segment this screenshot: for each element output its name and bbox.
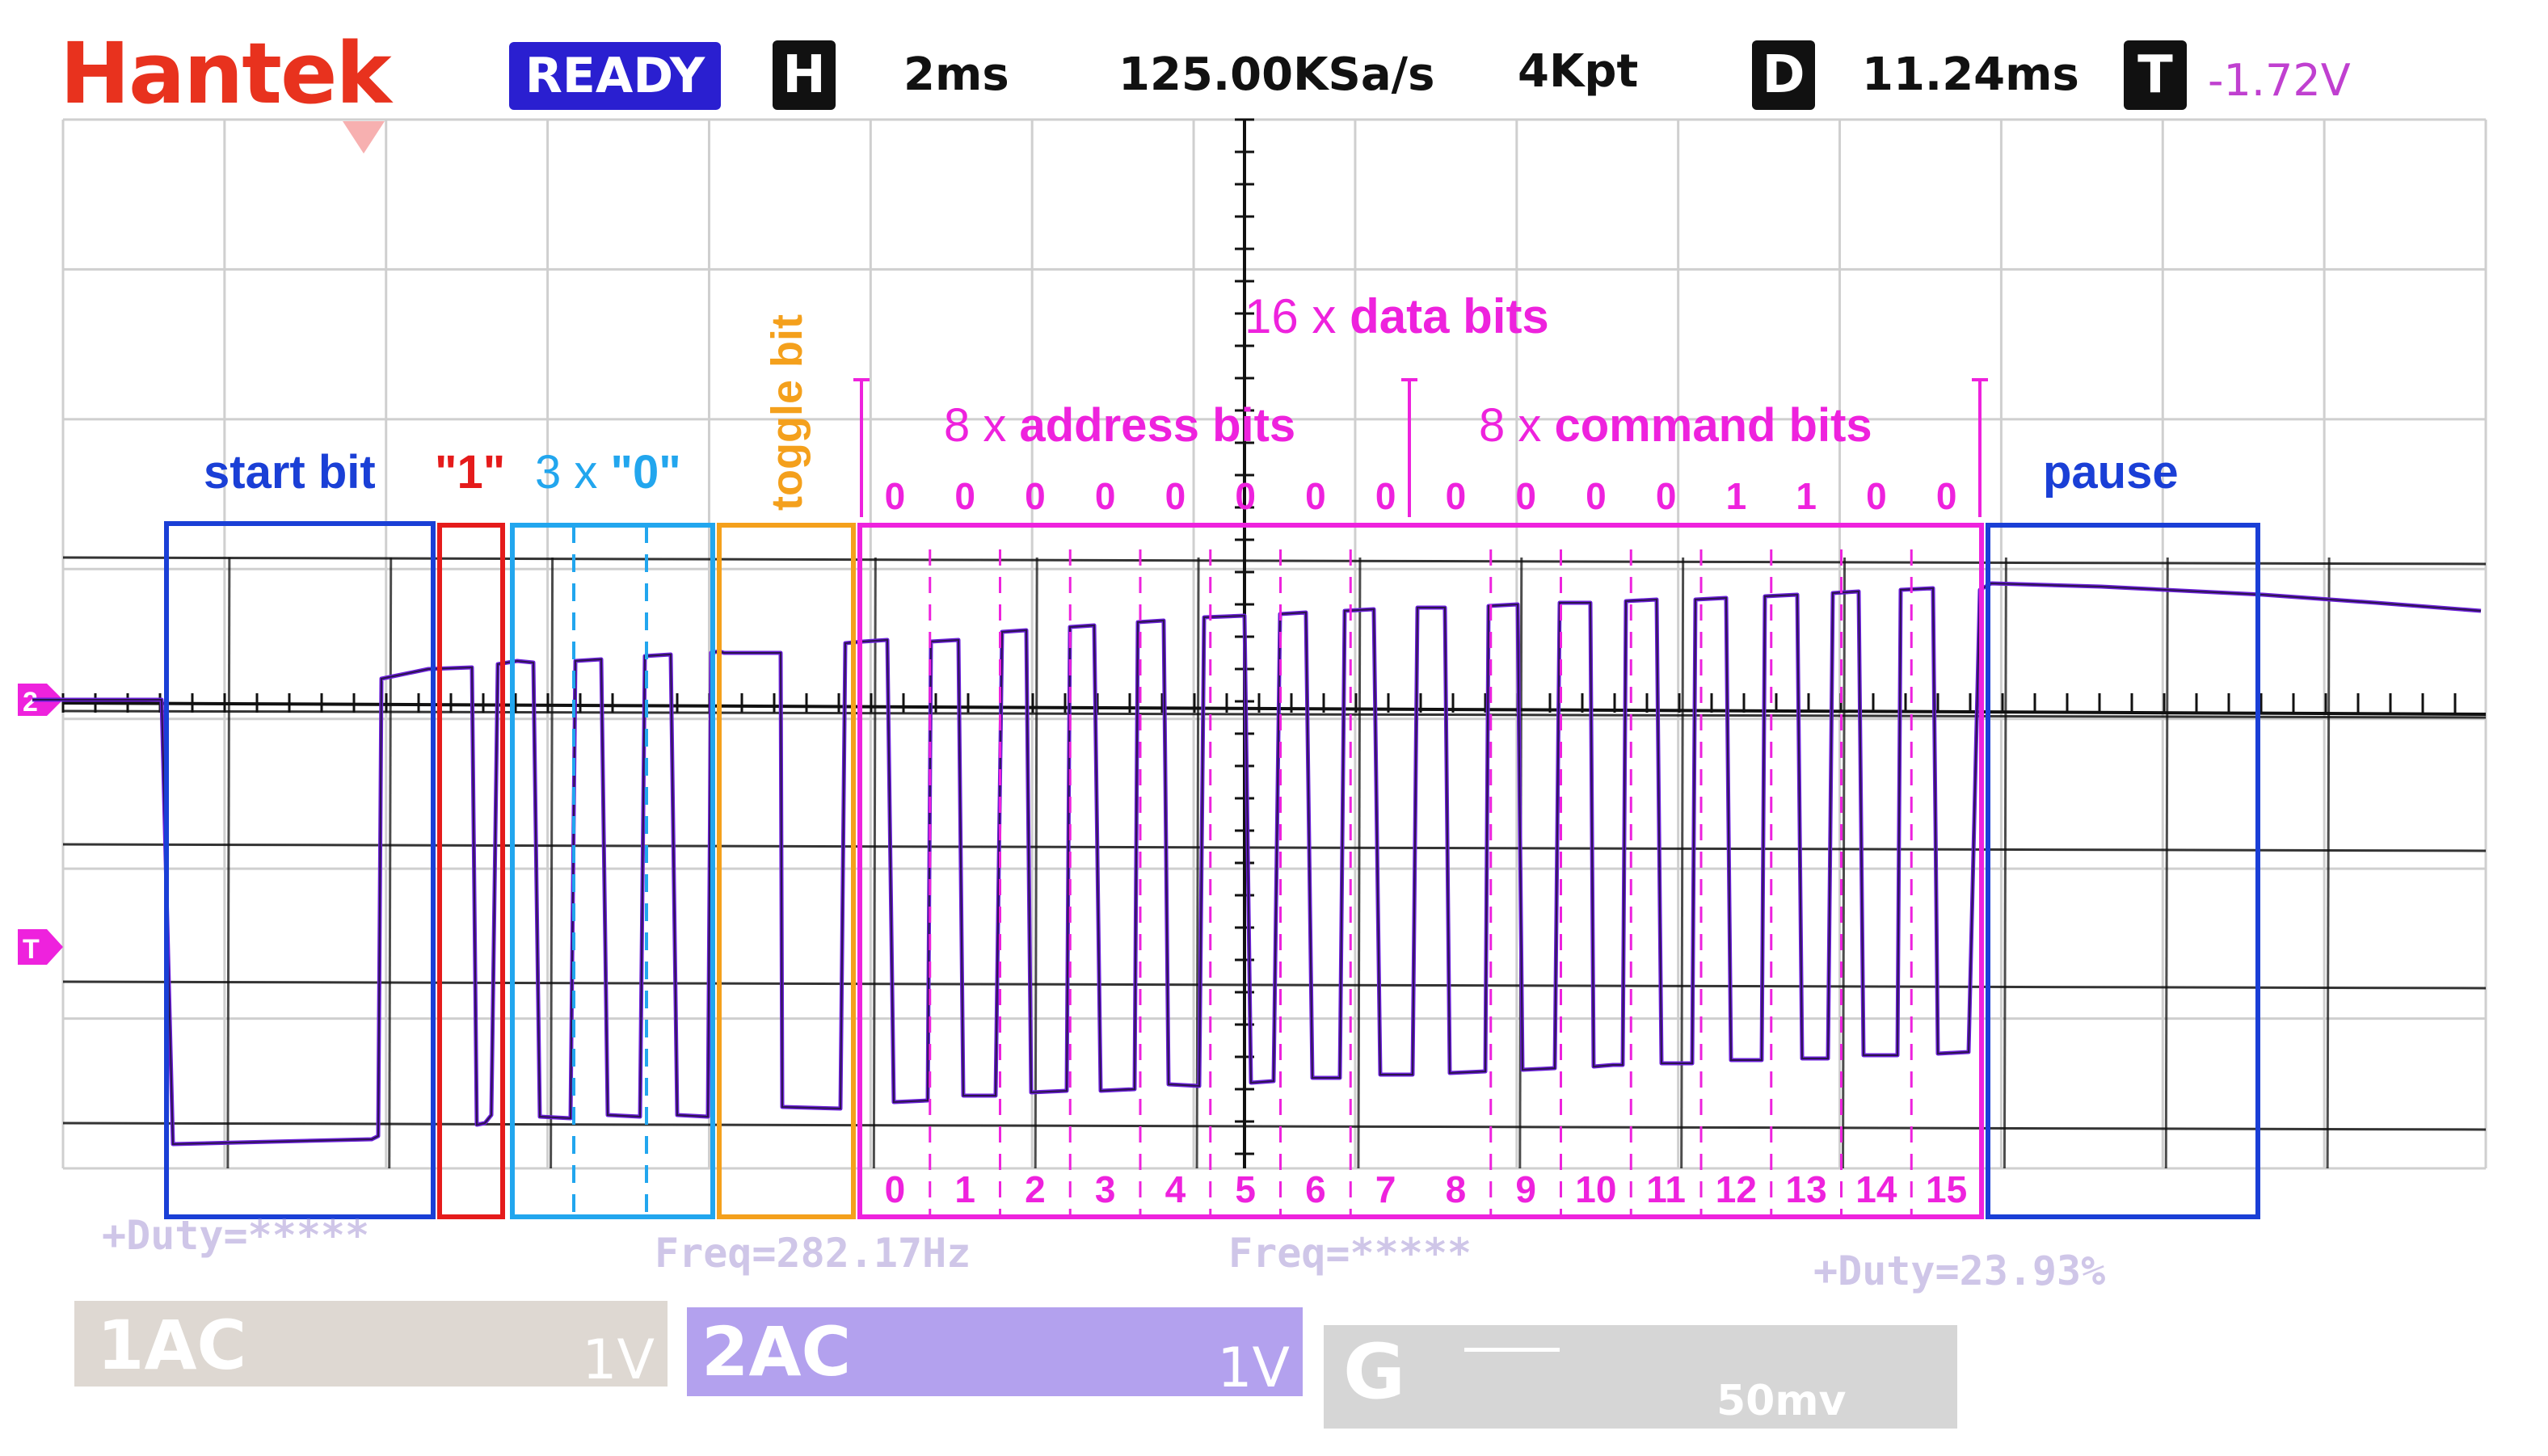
- g-frequency-readout: Freq=*****: [1228, 1230, 1472, 1277]
- channel-2-scale: 1V: [1217, 1336, 1290, 1400]
- bit-index-0: 0: [885, 1168, 906, 1210]
- bit-value-14: 0: [1866, 475, 1887, 517]
- three-zero-bits-label: 3 x "0": [535, 446, 681, 499]
- trigger-position-marker: [343, 121, 385, 154]
- annotation-labels: start bit "1" 3 x "0" toggle bit 16 x data b…: [204, 289, 2179, 1210]
- bit-value-11: 0: [1656, 475, 1677, 517]
- bit-value-9: 0: [1515, 475, 1536, 517]
- bit-index-2: 2: [1025, 1168, 1046, 1210]
- command-bracket-right: [1972, 378, 1988, 517]
- data-bits-prefix: 16 x: [1245, 289, 1350, 343]
- start-bit-box: [164, 521, 436, 1219]
- bit-value-1: 0: [954, 475, 975, 517]
- address-command-bracket: [1401, 378, 1417, 517]
- grid-major-hline: [62, 556, 2487, 566]
- command-bits-label: 8 x command bits: [1479, 399, 1872, 452]
- bit-index-4: 4: [1165, 1168, 1186, 1210]
- bit-value-12: 1: [1726, 475, 1747, 517]
- ch2-waveform-highlight: [32, 582, 2482, 1146]
- g-duty-readout: +Duty=23.93%: [1813, 1248, 2106, 1294]
- grid-major-vline: [1357, 557, 1362, 1169]
- ch2-waveform-trace: [32, 581, 2482, 1147]
- address-bits-prefix: 8 x: [944, 399, 1020, 452]
- three-zero-bits-box: [510, 523, 715, 1219]
- g-channel-label: G: [1343, 1328, 1406, 1416]
- channel-2-trace: [32, 581, 2482, 1147]
- grid-major-vline: [1680, 557, 1685, 1169]
- bit-index-12: 12: [1716, 1168, 1757, 1210]
- grid-major-hline: [62, 843, 2487, 852]
- grid-major-vline: [2003, 557, 2007, 1169]
- g-channel-box[interactable]: G 50mv: [1324, 1325, 1957, 1429]
- trigger-level-marker: T: [18, 929, 63, 965]
- bit-value-15: 0: [1936, 475, 1957, 517]
- grid-major-vline: [388, 557, 393, 1169]
- bit-value-13: 1: [1796, 475, 1817, 517]
- command-bits-prefix: 8 x: [1479, 399, 1555, 452]
- bit-index-11: 11: [1646, 1168, 1686, 1210]
- grid-major-vline: [550, 557, 554, 1169]
- address-bits-text: address bits: [1020, 399, 1296, 452]
- channel-2-marker-label: 2: [23, 687, 38, 717]
- address-bracket-left: [853, 378, 870, 517]
- grid-major-vline: [226, 557, 231, 1169]
- bit-index-1: 1: [954, 1168, 975, 1210]
- bit-value-8: 0: [1446, 475, 1467, 517]
- bit-index-3: 3: [1095, 1168, 1116, 1210]
- bit-index-13: 13: [1786, 1168, 1827, 1210]
- bit-index-7: 7: [1375, 1168, 1396, 1210]
- bit-value-10: 0: [1586, 475, 1607, 517]
- bit-index-10: 10: [1575, 1168, 1616, 1210]
- address-bits-label: 8 x address bits: [944, 399, 1295, 452]
- grid-major-vline: [2326, 557, 2331, 1169]
- grid-major-vline: [2164, 557, 2169, 1169]
- grid-major-vline: [1034, 557, 1038, 1169]
- channel-2-label: 2AC: [701, 1312, 852, 1391]
- bit-value-0: 0: [885, 475, 906, 517]
- channel-1-scale: 1V: [582, 1328, 655, 1392]
- data-bits-label: 16 x data bits: [1245, 289, 1549, 343]
- g-channel-scale: 50mv: [1716, 1377, 1847, 1425]
- toggle-bit-box: [717, 523, 856, 1219]
- channel-1-label: 1AC: [97, 1306, 247, 1385]
- bit-value-5: 0: [1235, 475, 1256, 517]
- bit-value-2: 0: [1025, 475, 1046, 517]
- ch2-trace-group: [32, 581, 2482, 1147]
- bit-index-15: 15: [1926, 1168, 1967, 1210]
- bit-index-8: 8: [1446, 1168, 1467, 1210]
- data-bits-text: data bits: [1350, 289, 1549, 343]
- three-zero-bits-value: "0": [611, 446, 681, 499]
- start-bit-label: start bit: [204, 446, 376, 499]
- toggle-bit-label: toggle bit: [763, 314, 811, 511]
- bit-value-7: 0: [1375, 475, 1396, 517]
- grid-major-vline: [1842, 557, 1847, 1169]
- bit-index-6: 6: [1305, 1168, 1326, 1210]
- oscilloscope-screen: Hantek READY H 2ms 125.00KSa/s 4Kpt D 11…: [0, 0, 2548, 1456]
- command-bits-text: command bits: [1555, 399, 1872, 452]
- ch2-frequency-readout: Freq=282.17Hz: [655, 1230, 971, 1277]
- pause-box: [1986, 523, 2260, 1219]
- grid-major-vline: [872, 557, 877, 1169]
- trigger-level-marker-label: T: [23, 934, 40, 965]
- pause-label: pause: [2043, 446, 2179, 499]
- one-bit-label: "1": [435, 446, 505, 499]
- bit-index-9: 9: [1515, 1168, 1536, 1210]
- bit-value-3: 0: [1095, 475, 1116, 517]
- bit-index-5: 5: [1235, 1168, 1256, 1210]
- g-channel-line-icon: [1464, 1348, 1560, 1352]
- bit-value-4: 0: [1165, 475, 1186, 517]
- three-zero-bits-prefix: 3 x: [535, 446, 611, 499]
- bit-value-6: 0: [1305, 475, 1326, 517]
- grid-major-hline: [62, 1121, 2487, 1131]
- bit-index-14: 14: [1855, 1168, 1897, 1210]
- channel-2-box[interactable]: 2AC 1V: [687, 1307, 1303, 1400]
- channel-1-box[interactable]: 1AC 1V: [74, 1301, 668, 1392]
- ch1-duty-readout: +Duty=*****: [102, 1212, 370, 1259]
